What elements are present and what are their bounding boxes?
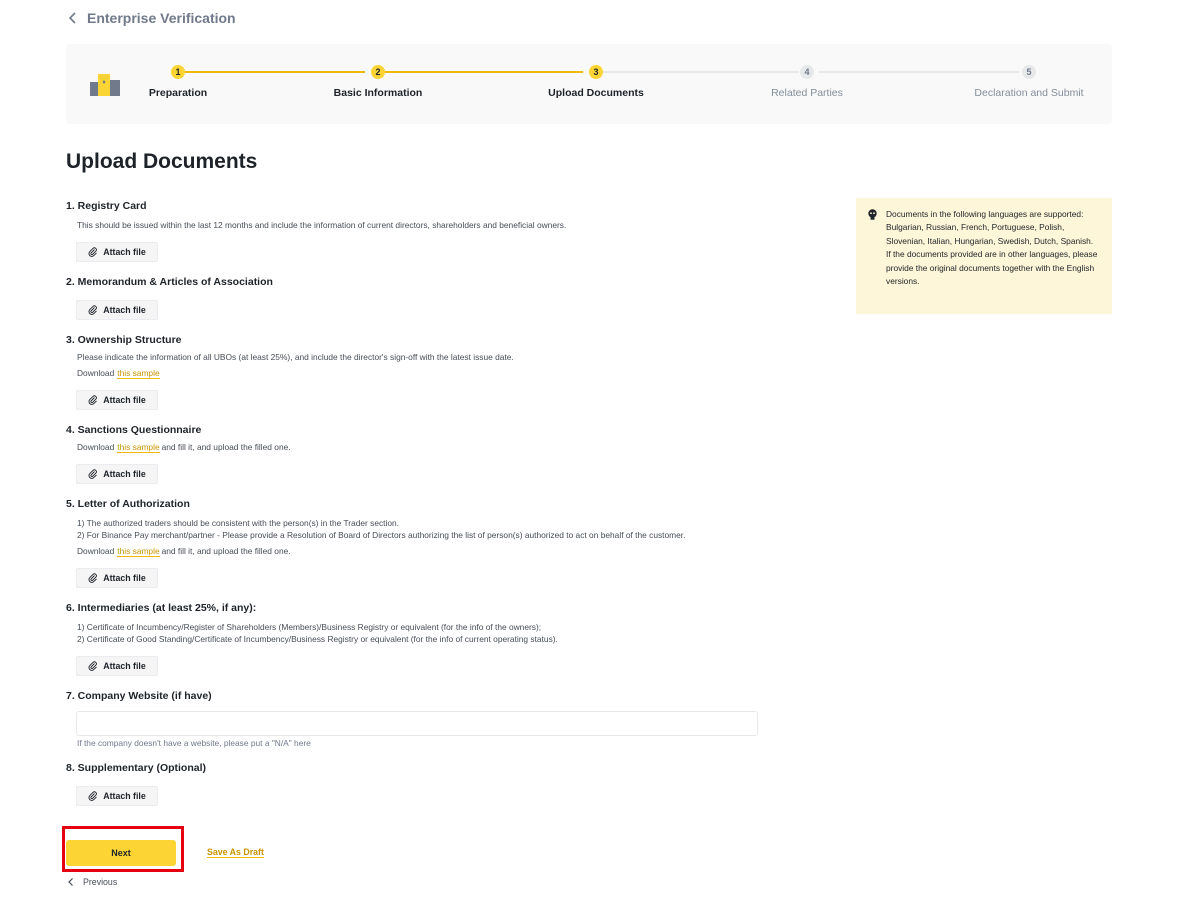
chevron-left-icon bbox=[68, 878, 73, 886]
section-letter-of-authorization: 5. Letter of Authorization bbox=[66, 497, 190, 511]
website-hint: If the company doesn't have a website, p… bbox=[77, 738, 311, 748]
section-title: 8. Supplementary (Optional) bbox=[66, 762, 207, 774]
section-sanctions-questionnaire: 4. Sanctions Questionnaire bbox=[66, 423, 201, 437]
section-description: This should be issued within the last 12… bbox=[77, 220, 567, 230]
paperclip-icon bbox=[88, 395, 98, 405]
step-related-parties: 4 Related Parties bbox=[727, 65, 887, 99]
notice-text: Documents in the following languages are… bbox=[886, 209, 1098, 287]
step-number: 3 bbox=[589, 65, 603, 79]
section-title: 1. Registry Card bbox=[66, 200, 147, 212]
section-title: 7. Company Website (if have) bbox=[66, 690, 212, 702]
section-supplementary: 8. Supplementary (Optional) bbox=[66, 761, 206, 775]
section-title: 4. Sanctions Questionnaire bbox=[66, 424, 202, 436]
step-basic-information: 2 Basic Information bbox=[298, 65, 458, 99]
section-description: 2) Certificate of Good Standing/Certific… bbox=[77, 634, 558, 644]
download-label: Download bbox=[77, 368, 115, 378]
lightbulb-icon bbox=[868, 209, 877, 220]
section-description: Please indicate the information of all U… bbox=[77, 352, 514, 362]
attach-file-button-sanctions[interactable]: Attach file bbox=[76, 464, 158, 484]
download-label: Download bbox=[77, 442, 115, 452]
section-ownership-structure: 3. Ownership Structure bbox=[66, 333, 182, 347]
download-sample-row: Download this sample bbox=[77, 367, 162, 379]
attach-file-button-authorization[interactable]: Attach file bbox=[76, 568, 158, 588]
sample-link-authorization[interactable]: this sample bbox=[117, 546, 160, 557]
company-website-input[interactable] bbox=[76, 711, 758, 736]
section-title: 3. Ownership Structure bbox=[66, 334, 182, 346]
page-title: Upload Documents bbox=[66, 150, 258, 173]
sample-link-sanctions[interactable]: this sample bbox=[117, 442, 160, 453]
paperclip-icon bbox=[88, 661, 98, 671]
attach-label: Attach file bbox=[103, 791, 146, 801]
section-memorandum: 2. Memorandum & Articles of Association bbox=[66, 275, 273, 289]
step-label: Basic Information bbox=[333, 87, 423, 99]
paperclip-icon bbox=[88, 305, 98, 315]
paperclip-icon bbox=[88, 469, 98, 479]
attach-label: Attach file bbox=[103, 469, 146, 479]
attach-label: Attach file bbox=[103, 305, 146, 315]
attach-file-button-memorandum[interactable]: Attach file bbox=[76, 300, 158, 320]
step-label: Preparation bbox=[148, 87, 208, 99]
step-label: Declaration and Submit bbox=[974, 87, 1084, 99]
sample-link-ownership[interactable]: this sample bbox=[117, 368, 160, 379]
attach-file-button-intermediaries[interactable]: Attach file bbox=[76, 656, 158, 676]
download-sample-row: Download this sample and fill it, and uplo… bbox=[77, 441, 291, 453]
step-number: 4 bbox=[800, 65, 814, 79]
download-sample-row: Download this sample and fill it, and uplo… bbox=[77, 545, 291, 557]
attach-label: Attach file bbox=[103, 661, 146, 671]
attach-file-button-ownership[interactable]: Attach file bbox=[76, 390, 158, 410]
paperclip-icon bbox=[88, 791, 98, 801]
download-label: Download bbox=[77, 546, 115, 556]
section-description: 1) The authorized traders should be cons… bbox=[77, 518, 399, 528]
step-label: Related Parties bbox=[771, 87, 843, 99]
attach-label: Attach file bbox=[103, 247, 146, 257]
attach-file-button-registry-card[interactable]: Attach file bbox=[76, 242, 158, 262]
chevron-left-icon bbox=[68, 12, 76, 24]
fill-instruction: and fill it, and upload the filled one. bbox=[161, 546, 291, 556]
section-title: 2. Memorandum & Articles of Association bbox=[66, 276, 273, 288]
section-title: 6. Intermediaries (at least 25%, if any)… bbox=[66, 602, 257, 614]
fill-instruction: and fill it, and upload the filled one. bbox=[161, 442, 291, 452]
step-number: 1 bbox=[171, 65, 185, 79]
section-description: 2) For Binance Pay merchant/partner - Pl… bbox=[77, 530, 686, 540]
progress-stepper: 1 Preparation 2 Basic Information 3 Uplo… bbox=[66, 44, 1112, 124]
save-as-draft-link[interactable]: Save As Draft bbox=[207, 847, 264, 858]
language-notice: Documents in the following languages are… bbox=[856, 198, 1112, 314]
section-registry-card: 1. Registry Card bbox=[66, 199, 147, 213]
section-intermediaries: 6. Intermediaries (at least 25%, if any)… bbox=[66, 601, 256, 615]
previous-link[interactable]: Previous bbox=[66, 877, 117, 887]
step-upload-documents: 3 Upload Documents bbox=[516, 65, 676, 99]
section-description: 1) Certificate of Incumbency/Register of… bbox=[77, 622, 542, 632]
paperclip-icon bbox=[88, 247, 98, 257]
step-declaration-and-submit: 5 Declaration and Submit bbox=[949, 65, 1109, 99]
page-header-title: Enterprise Verification bbox=[87, 10, 236, 26]
step-number: 5 bbox=[1022, 65, 1036, 79]
next-button[interactable]: Next bbox=[66, 840, 176, 866]
previous-label: Previous bbox=[83, 877, 118, 887]
attach-label: Attach file bbox=[103, 395, 146, 405]
back-to-previous-link[interactable]: Enterprise Verification bbox=[66, 8, 236, 28]
step-number: 2 bbox=[371, 65, 385, 79]
step-label: Upload Documents bbox=[548, 87, 644, 99]
attach-label: Attach file bbox=[103, 573, 146, 583]
attach-file-button-supplementary[interactable]: Attach file bbox=[76, 786, 158, 806]
paperclip-icon bbox=[88, 573, 98, 583]
section-title: 5. Letter of Authorization bbox=[66, 498, 190, 510]
step-preparation: 1 Preparation bbox=[98, 65, 258, 99]
section-company-website: 7. Company Website (if have) bbox=[66, 689, 212, 703]
